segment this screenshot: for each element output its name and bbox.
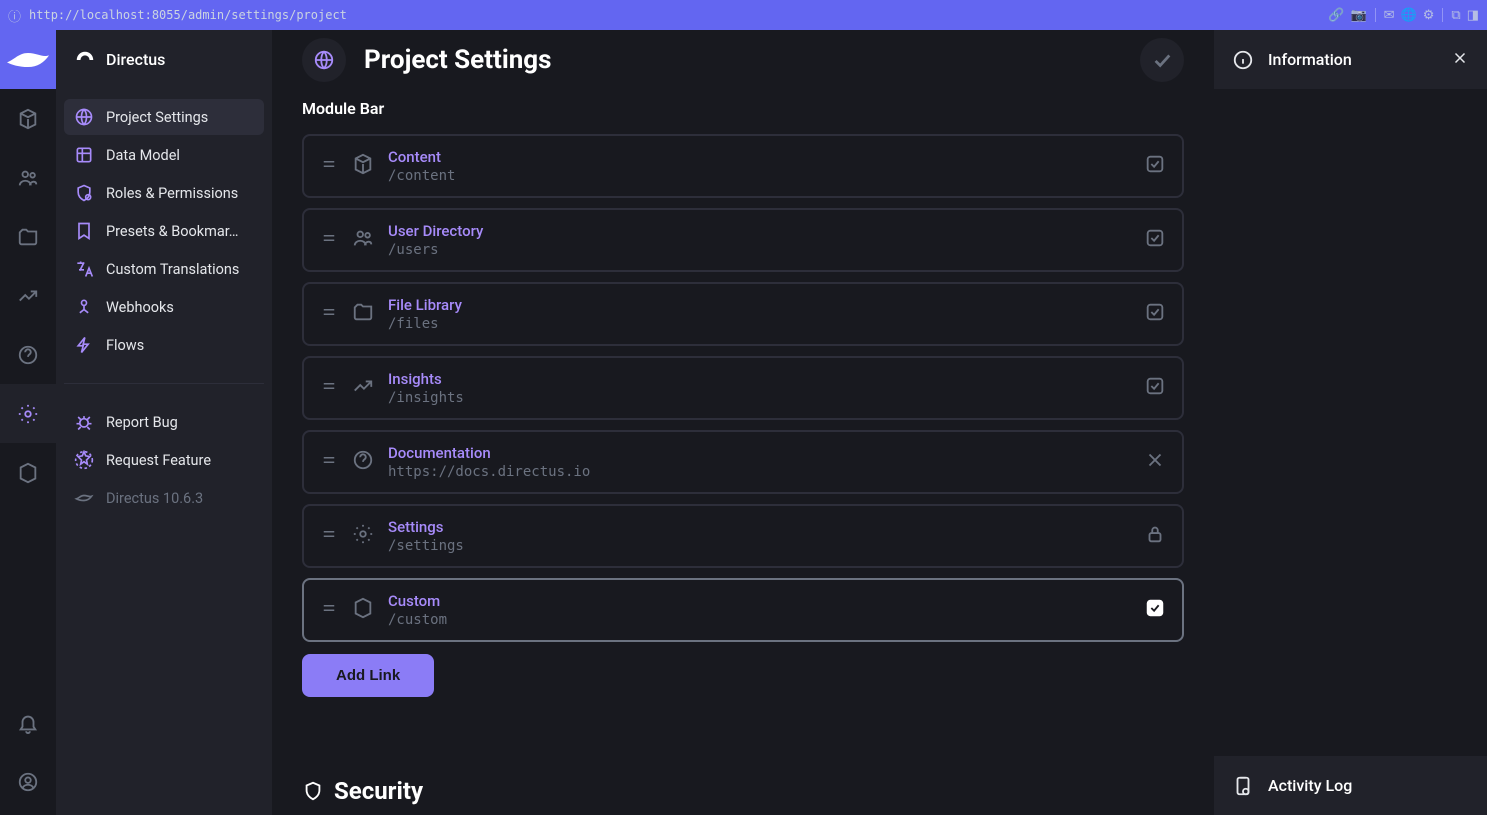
checkbox-icon[interactable] [1144,227,1166,253]
sidebar-icon[interactable]: ◨ [1467,8,1479,23]
module-path: /settings [388,538,464,554]
module-name: Custom [388,592,447,610]
drag-handle-icon[interactable] [320,525,338,547]
info-icon [1232,49,1254,71]
page-header: Project Settings [272,30,1214,89]
rail-insights[interactable] [0,266,56,325]
remove-icon[interactable] [1144,449,1166,475]
drag-handle-icon[interactable] [320,451,338,473]
nav-webhooks[interactable]: Webhooks [64,289,264,325]
panel-icon[interactable]: ⧉ [1451,8,1460,23]
nav-divider [64,383,264,384]
drag-handle-icon[interactable] [320,599,338,621]
nav-roles[interactable]: Roles & Permissions [64,175,264,211]
main-content: Project Settings Module Bar Content /con… [272,30,1214,815]
checkbox-icon[interactable] [1144,153,1166,179]
module-icon [352,375,374,401]
module-name: Settings [388,518,464,536]
save-button[interactable] [1140,38,1184,82]
module-row[interactable]: User Directory /users [302,208,1184,272]
drag-handle-icon[interactable] [320,155,338,177]
module-rail [0,30,56,815]
rail-notifications[interactable] [0,697,56,756]
drag-handle-icon[interactable] [320,229,338,251]
nav-flows[interactable]: Flows [64,327,264,363]
module-path: /insights [388,390,464,406]
module-row[interactable]: Content /content [302,134,1184,198]
module-row[interactable]: Insights /insights [302,356,1184,420]
module-icon [352,153,374,179]
info-header: Information [1214,30,1487,89]
browser-toolbar: 🔗 📷 ✉ 🌐 ⚙ ⧉ ◨ [1328,8,1479,23]
module-icon [352,523,374,549]
add-link-button[interactable]: Add Link [302,654,434,697]
module-icon [352,301,374,327]
info-title: Information [1268,50,1437,69]
nav-brand: Directus [56,30,272,89]
drag-handle-icon[interactable] [320,377,338,399]
activity-log-button[interactable]: Activity Log [1214,756,1487,815]
rail-files[interactable] [0,207,56,266]
nav-presets[interactable]: Presets & Bookmar… [64,213,264,249]
nav-request-feature[interactable]: Request Feature [64,442,264,478]
module-row[interactable]: Custom /custom [302,578,1184,642]
nav-sidebar: Directus Project Settings Data Model Rol… [56,30,272,815]
module-icon [352,449,374,475]
checkbox-icon[interactable] [1144,597,1166,623]
checkbox-icon[interactable] [1144,375,1166,401]
browser-bar: ⓘ http://localhost:8055/admin/settings/p… [0,0,1487,30]
close-info-button[interactable] [1451,49,1469,71]
rail-content[interactable] [0,89,56,148]
module-path: /users [388,242,483,258]
drag-handle-icon[interactable] [320,303,338,325]
module-path: /content [388,168,455,184]
logo[interactable] [0,30,56,89]
module-path: /files [388,316,462,332]
module-name: Documentation [388,444,590,462]
info-panel: Information Activity Log [1214,30,1487,815]
brand-label: Directus [106,50,165,69]
info-icon: ⓘ [8,6,21,25]
nav-data-model[interactable]: Data Model [64,137,264,173]
module-name: User Directory [388,222,483,240]
globe-icon[interactable]: 🌐 [1401,8,1417,23]
rail-custom[interactable] [0,443,56,502]
module-list: Content /content User Directory /users F… [302,134,1184,642]
rail-users[interactable] [0,148,56,207]
module-bar-label: Module Bar [302,99,1184,118]
nav-project-settings[interactable]: Project Settings [64,99,264,135]
mail-icon[interactable]: ✉ [1384,8,1395,23]
lock-icon [1144,523,1166,549]
module-row[interactable]: Documentation https://docs.directus.io [302,430,1184,494]
page-icon [302,38,346,82]
page-title: Project Settings [364,45,552,75]
checkbox-icon[interactable] [1144,301,1166,327]
info-body [1214,89,1487,756]
module-name: Insights [388,370,464,388]
security-heading: Security [302,777,1184,815]
url-display: http://localhost:8055/admin/settings/pro… [29,8,347,22]
module-row[interactable]: File Library /files [302,282,1184,346]
module-name: Content [388,148,455,166]
camera-icon[interactable]: 📷 [1350,8,1366,23]
module-name: File Library [388,296,462,314]
nav-translations[interactable]: Custom Translations [64,251,264,287]
link-icon[interactable]: 🔗 [1328,8,1344,23]
module-icon [352,227,374,253]
module-path: https://docs.directus.io [388,464,590,480]
module-row[interactable]: Settings /settings [302,504,1184,568]
module-icon [352,597,374,623]
rail-settings[interactable] [0,384,56,443]
rail-docs[interactable] [0,325,56,384]
nav-report-bug[interactable]: Report Bug [64,404,264,440]
module-path: /custom [388,612,447,628]
nav-version: Directus 10.6.3 [64,480,264,516]
rail-account[interactable] [0,756,56,815]
gear-icon[interactable]: ⚙ [1423,8,1435,23]
